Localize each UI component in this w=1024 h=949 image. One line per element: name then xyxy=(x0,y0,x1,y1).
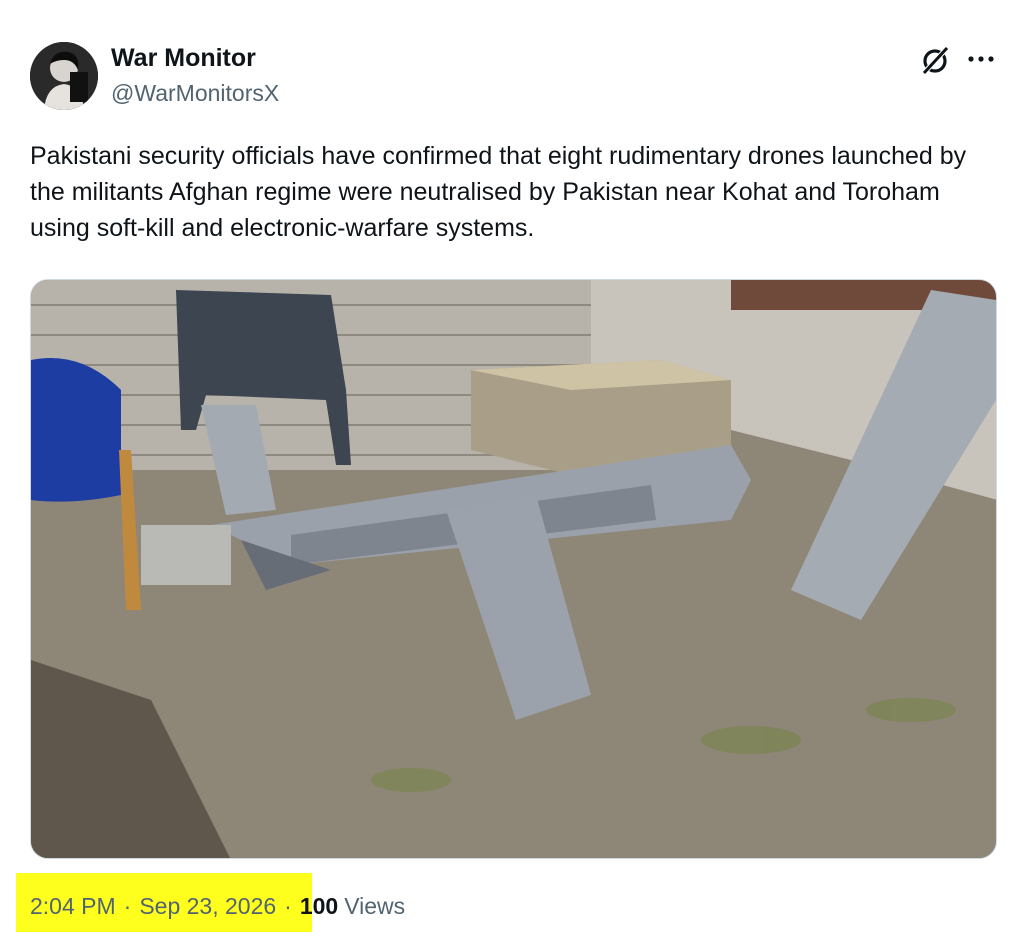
meta-separator: · xyxy=(284,892,292,919)
meta-separator: · xyxy=(123,892,132,919)
tweet-media-image[interactable] xyxy=(30,279,997,859)
tweet-date[interactable]: Sep 23, 2026 xyxy=(139,893,276,920)
tweet-meta: 2:04 PM · Sep 23, 2026 · 100 Views xyxy=(30,880,405,932)
avatar[interactable] xyxy=(30,42,98,110)
views-count: 100 xyxy=(299,892,339,919)
author-display-name[interactable]: War Monitor xyxy=(111,44,256,73)
grok-icon[interactable] xyxy=(918,44,952,78)
tweet-text: Pakistani security officials have confir… xyxy=(30,142,967,242)
tweet-time[interactable]: 2:04 PM xyxy=(30,893,116,920)
more-horizontal-icon[interactable] xyxy=(966,47,996,71)
avatar-image xyxy=(30,42,98,110)
views-label: Views xyxy=(344,892,406,919)
author-handle[interactable]: @WarMonitorsX xyxy=(111,80,279,107)
